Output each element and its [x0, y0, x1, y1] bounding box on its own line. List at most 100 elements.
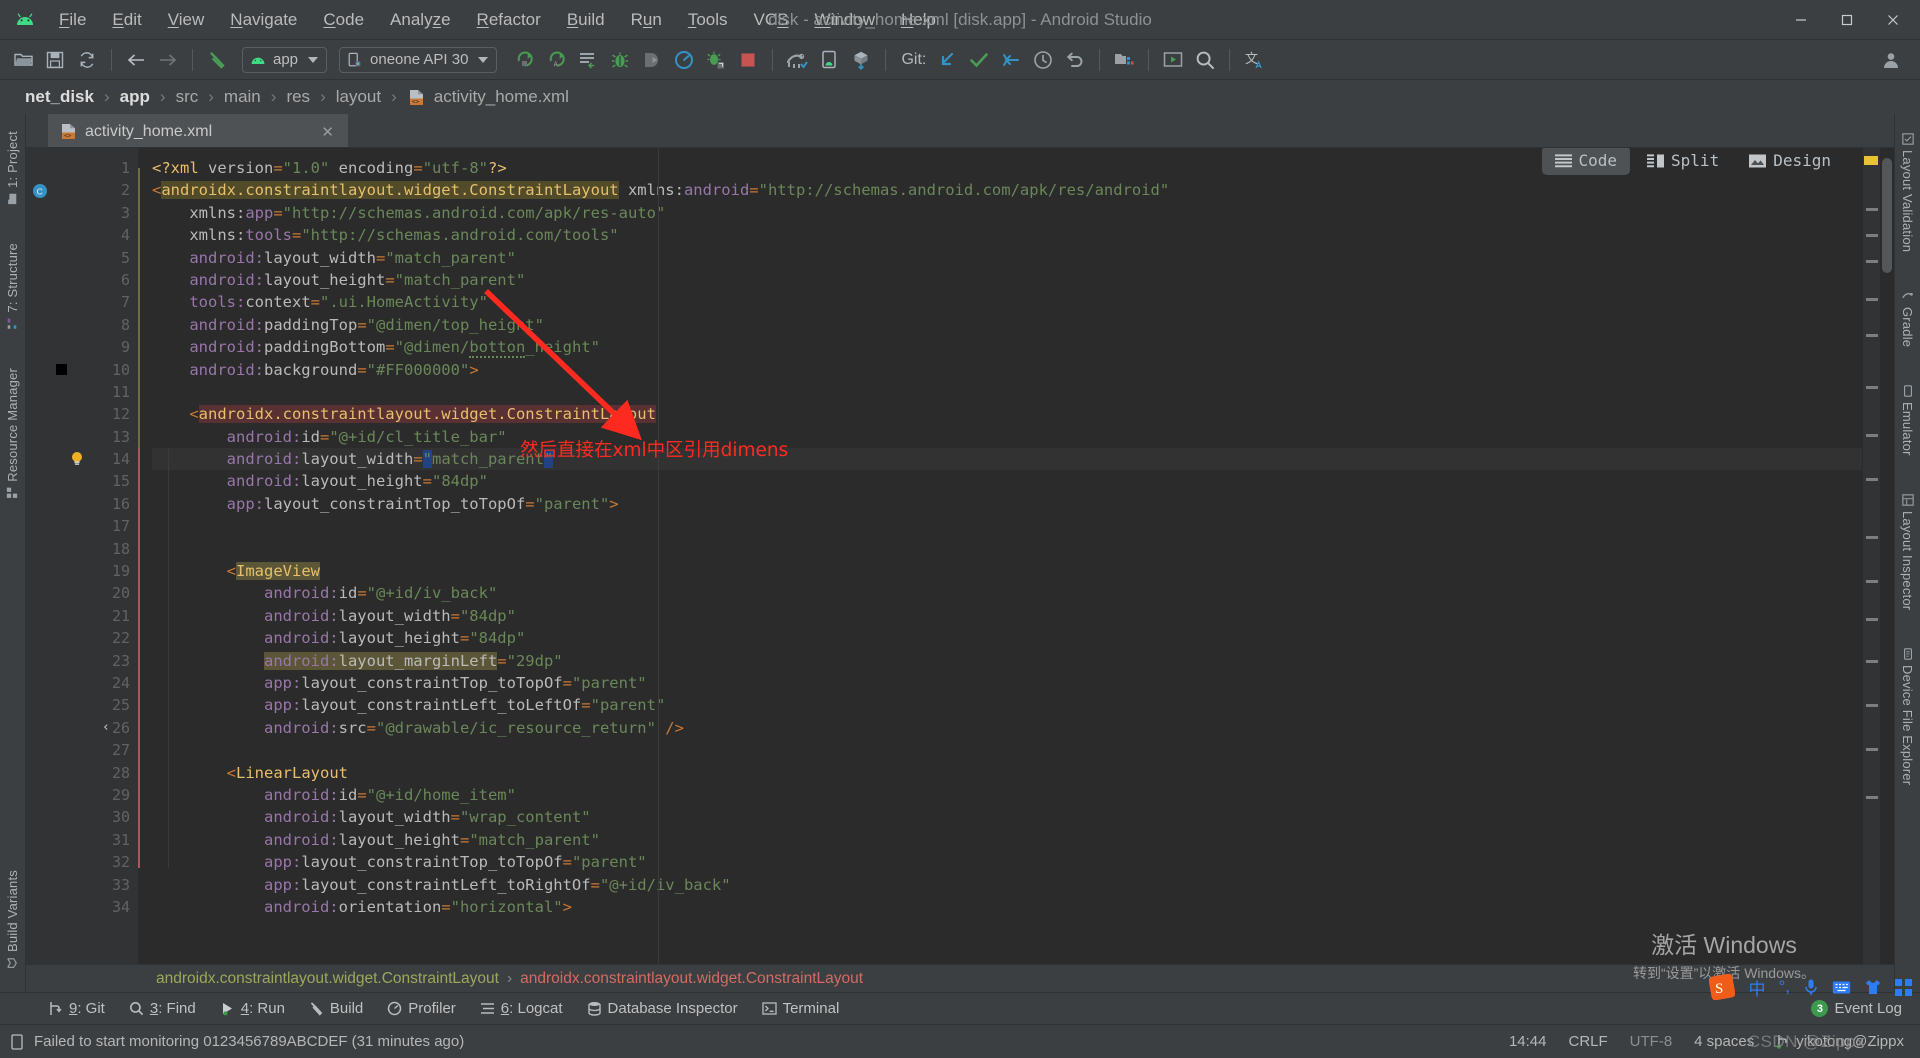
history-clock-icon[interactable]: [1028, 46, 1058, 74]
device-selector-dropdown[interactable]: oneone API 30: [339, 46, 498, 73]
debug-attach-icon[interactable]: [701, 46, 731, 74]
run-icon[interactable]: [509, 46, 539, 74]
sidebar-item-build-variants[interactable]: Build Variants: [1, 863, 24, 976]
view-mode-code[interactable]: Code: [1541, 148, 1631, 175]
code-editor[interactable]: <?xml version="1.0" encoding="utf-8"?> <…: [138, 148, 1862, 964]
status-indent[interactable]: 4 spaces: [1694, 1033, 1754, 1050]
account-icon[interactable]: [1876, 46, 1906, 74]
ime-mode-chinese[interactable]: 中: [1748, 975, 1765, 1000]
color-swatch-black-icon[interactable]: [56, 359, 67, 381]
debug-icon[interactable]: [605, 46, 635, 74]
editor-tab-activity-home[interactable]: <> activity_home.xml ✕: [48, 114, 348, 147]
breadcrumb-item-layout[interactable]: layout: [333, 87, 384, 107]
menu-edit[interactable]: Edit: [99, 7, 154, 33]
breadcrumb-item-net_disk[interactable]: net_disk: [22, 87, 97, 107]
sidebar-item-resource-manager[interactable]: Resource Manager: [1, 361, 24, 506]
scrollbar-thumb[interactable]: [1882, 158, 1892, 273]
breadcrumb-item-src[interactable]: src: [173, 87, 202, 107]
menu-run[interactable]: Run: [618, 7, 675, 33]
menu-analyze[interactable]: Analyze: [377, 7, 464, 33]
search-everywhere-icon[interactable]: [1190, 46, 1220, 74]
undo-icon[interactable]: [1060, 46, 1090, 74]
code-line: xmlns:tools="http://schemas.android.com/…: [189, 226, 619, 245]
close-icon[interactable]: ✕: [317, 123, 338, 141]
project-structure-icon[interactable]: [1109, 46, 1139, 74]
skin-icon[interactable]: [1864, 979, 1882, 995]
menu-window[interactable]: Window: [802, 7, 888, 33]
menu-tools[interactable]: Tools: [675, 7, 741, 33]
menu-help[interactable]: Help: [888, 7, 949, 33]
code-breadcrumb-parent[interactable]: androidx.constraintlayout.widget.Constra…: [156, 970, 499, 988]
editor-scrollbar[interactable]: [1880, 148, 1894, 964]
hammer-icon[interactable]: [202, 46, 232, 74]
device-file-explorer-icon: [1903, 648, 1912, 661]
translate-icon[interactable]: 文: [1239, 46, 1269, 74]
tool-window-find[interactable]: 3: Find: [117, 996, 208, 1021]
forward-arrow-icon[interactable]: [153, 46, 183, 74]
run-config-icon[interactable]: [573, 46, 603, 74]
sidebar-item-emulator[interactable]: Emulator: [1896, 378, 1919, 463]
apply-changes-icon[interactable]: A: [541, 46, 571, 74]
sidebar-item-device-file-explorer[interactable]: Device File Explorer: [1896, 641, 1919, 792]
minimize-button[interactable]: [1778, 4, 1824, 36]
attach-debugger-icon[interactable]: [637, 46, 667, 74]
save-icon[interactable]: [40, 46, 70, 74]
sidebar-item-structure[interactable]: 7: Structure: [1, 236, 24, 337]
menu-build[interactable]: Build: [554, 7, 618, 33]
menu-code[interactable]: Code: [310, 7, 377, 33]
view-mode-design[interactable]: Design: [1736, 148, 1844, 175]
tool-window-run[interactable]: 4: Run: [208, 996, 297, 1021]
breadcrumb-item-res[interactable]: res: [283, 87, 313, 107]
profiler-gauge-icon[interactable]: [669, 46, 699, 74]
sidebar-item-layout-inspector[interactable]: Layout Inspector: [1896, 487, 1919, 617]
tool-window-logcat[interactable]: 6: Logcat: [468, 996, 575, 1021]
tool-window-terminal[interactable]: Terminal: [750, 996, 852, 1021]
status-line-separator[interactable]: CRLF: [1569, 1033, 1608, 1050]
sdk-manager-icon[interactable]: [846, 46, 876, 74]
apps-grid-icon[interactable]: [1895, 978, 1912, 996]
code-breadcrumb-current[interactable]: androidx.constraintlayout.widget.Constra…: [520, 970, 863, 988]
stop-icon[interactable]: [733, 46, 763, 74]
sidebar-item-layout-validation[interactable]: Layout Validation: [1896, 126, 1919, 259]
maximize-button[interactable]: [1824, 4, 1870, 36]
breadcrumb-item-activity_home[interactable]: activity_home.xml: [431, 87, 572, 107]
push-icon[interactable]: [996, 46, 1026, 74]
tool-window-git[interactable]: 9: Git: [36, 996, 117, 1021]
back-arrow-icon[interactable]: [121, 46, 151, 74]
class-marker-c-icon[interactable]: C: [32, 179, 48, 201]
update-project-icon[interactable]: [932, 46, 962, 74]
commit-checkmark-icon[interactable]: [964, 46, 994, 74]
ime-punctuation-icon[interactable]: °,: [1778, 977, 1790, 997]
close-button[interactable]: [1870, 4, 1916, 36]
menu-view[interactable]: View: [155, 7, 218, 33]
tool-window-build[interactable]: Build: [297, 996, 375, 1021]
breadcrumb-item-main[interactable]: main: [221, 87, 264, 107]
collapse-chevron-icon[interactable]: ‹: [102, 717, 110, 739]
sync-icon[interactable]: [72, 46, 102, 74]
microphone-icon[interactable]: [1803, 978, 1819, 996]
menu-file[interactable]: File: [46, 7, 99, 33]
view-mode-split[interactable]: Split: [1634, 148, 1732, 175]
sidebar-item-project[interactable]: 1: Project: [1, 124, 24, 212]
menu-navigate[interactable]: Navigate: [217, 7, 310, 33]
status-branch[interactable]: yikotong@Zippx: [1776, 1033, 1904, 1050]
module-selector-dropdown[interactable]: app: [242, 46, 328, 73]
editor-gutter[interactable]: 1 C ▽2 3 4 5 6 7 8 9: [26, 148, 148, 964]
layout-editor-icon[interactable]: [1158, 46, 1188, 74]
gradle-sync-icon[interactable]: [782, 46, 812, 74]
git-label: Git:: [901, 50, 927, 68]
keyboard-icon[interactable]: [1832, 980, 1851, 995]
folder-open-icon[interactable]: [8, 46, 38, 74]
sidebar-item-gradle[interactable]: Gradle: [1896, 283, 1919, 354]
tool-window-profiler[interactable]: Profiler: [375, 996, 468, 1021]
error-stripe[interactable]: [1862, 148, 1880, 964]
menu-refactor[interactable]: Refactor: [464, 7, 554, 33]
intention-bulb-icon[interactable]: [70, 448, 84, 470]
avd-manager-icon[interactable]: [814, 46, 844, 74]
breadcrumb-item-app[interactable]: app: [117, 87, 153, 107]
gutter-line: 10: [26, 359, 138, 381]
tool-window-database-inspector[interactable]: Database Inspector: [575, 996, 750, 1021]
sogou-icon[interactable]: S: [1709, 974, 1736, 1000]
status-encoding[interactable]: UTF-8: [1630, 1033, 1673, 1050]
menu-vcs[interactable]: VCS: [741, 7, 802, 33]
